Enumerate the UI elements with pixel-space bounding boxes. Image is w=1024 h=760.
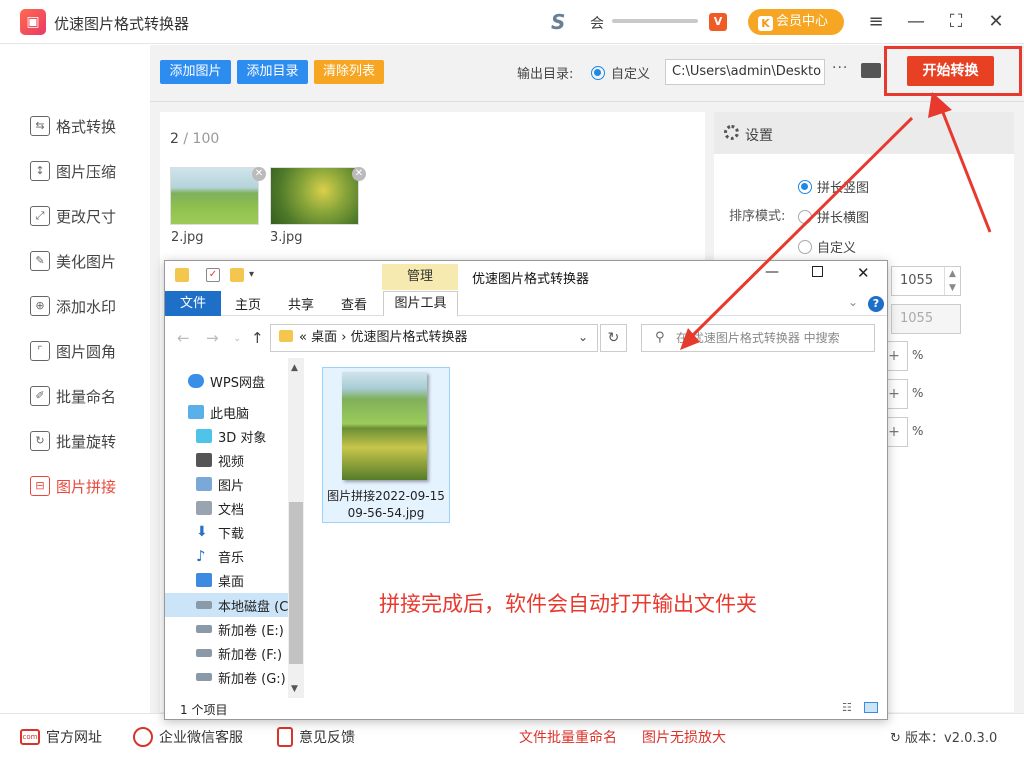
arrow-to-start-button xyxy=(928,92,992,233)
arrow-to-explorer xyxy=(680,116,914,350)
annotation-arrows xyxy=(680,92,992,350)
